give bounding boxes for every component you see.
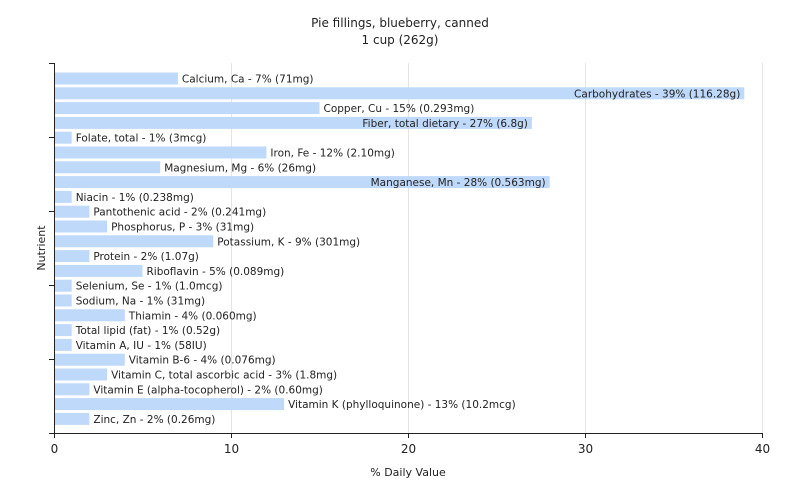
- x-axis-title: % Daily Value: [370, 466, 446, 479]
- bar-label: Phosphorus, P - 3% (31mg): [111, 222, 254, 234]
- bar-label: Iron, Fe - 12% (2.10mg): [270, 148, 394, 160]
- bar-label: Riboflavin - 5% (0.089mg): [147, 266, 285, 278]
- bar: [55, 383, 90, 396]
- bar: [55, 146, 267, 159]
- nutrient-bar-chart: Pie fillings, blueberry, canned 1 cup (2…: [35, 16, 770, 479]
- bar: [55, 338, 72, 351]
- bar: [55, 264, 143, 277]
- bar-label: Selenium, Se - 1% (1.0mcg): [76, 281, 223, 293]
- x-tick-label: 20: [401, 442, 416, 456]
- bar-label: Vitamin K (phylloquinone) - 13% (10.2mcg…: [288, 399, 516, 411]
- bar: [55, 102, 320, 115]
- bar: [55, 324, 72, 337]
- bar-label: Vitamin E (alpha-tocopherol) - 2% (0.60m…: [93, 384, 323, 396]
- x-tick-label: 30: [578, 442, 593, 456]
- bar-label: Vitamin A, IU - 1% (58IU): [76, 340, 207, 352]
- bar-label: Fiber, total dietary - 27% (6.8g): [362, 118, 527, 130]
- bar: [55, 353, 125, 366]
- bar: [55, 368, 108, 381]
- bar: [55, 161, 161, 174]
- y-axis-title: Nutrient: [35, 225, 48, 271]
- bar-label: Folate, total - 1% (3mcg): [76, 133, 207, 145]
- bar: [55, 235, 214, 248]
- bar: [55, 190, 72, 203]
- bar: [55, 250, 90, 263]
- bar: [55, 72, 178, 85]
- bar: [55, 309, 125, 322]
- bar-label: Thiamin - 4% (0.060mg): [128, 310, 257, 322]
- bar-label: Potassium, K - 9% (301mg): [217, 236, 360, 248]
- bar-label: Pantothenic acid - 2% (0.241mg): [93, 207, 266, 219]
- x-tick-label: 0: [51, 442, 59, 456]
- bar-label: Copper, Cu - 15% (0.293mg): [324, 103, 475, 115]
- bar: [55, 131, 72, 144]
- x-tick-label: 40: [755, 442, 770, 456]
- bar-label: Total lipid (fat) - 1% (0.52g): [75, 325, 220, 337]
- bar: [55, 205, 90, 218]
- bar-label: Calcium, Ca - 7% (71mg): [182, 74, 314, 86]
- bar: [55, 279, 72, 292]
- bar-label: Carbohydrates - 39% (116.28g): [574, 88, 740, 100]
- bar-label: Zinc, Zn - 2% (0.26mg): [93, 414, 215, 426]
- bar: [55, 398, 285, 411]
- bar-label: Vitamin C, total ascorbic acid - 3% (1.8…: [111, 370, 337, 382]
- x-tick-label: 10: [224, 442, 239, 456]
- bar: [55, 220, 108, 233]
- chart-subtitle: 1 cup (262g): [362, 33, 439, 47]
- bar-label: Magnesium, Mg - 6% (26mg): [164, 162, 316, 174]
- bar-label: Niacin - 1% (0.238mg): [76, 192, 194, 204]
- bar: [55, 412, 90, 425]
- bar: [55, 294, 72, 307]
- bar-label: Protein - 2% (1.07g): [93, 251, 199, 263]
- chart-title: Pie fillings, blueberry, canned: [311, 16, 489, 30]
- bar-label: Vitamin B-6 - 4% (0.076mg): [129, 355, 276, 367]
- bar-label: Sodium, Na - 1% (31mg): [76, 296, 205, 308]
- bar-label: Manganese, Mn - 28% (0.563mg): [371, 177, 546, 189]
